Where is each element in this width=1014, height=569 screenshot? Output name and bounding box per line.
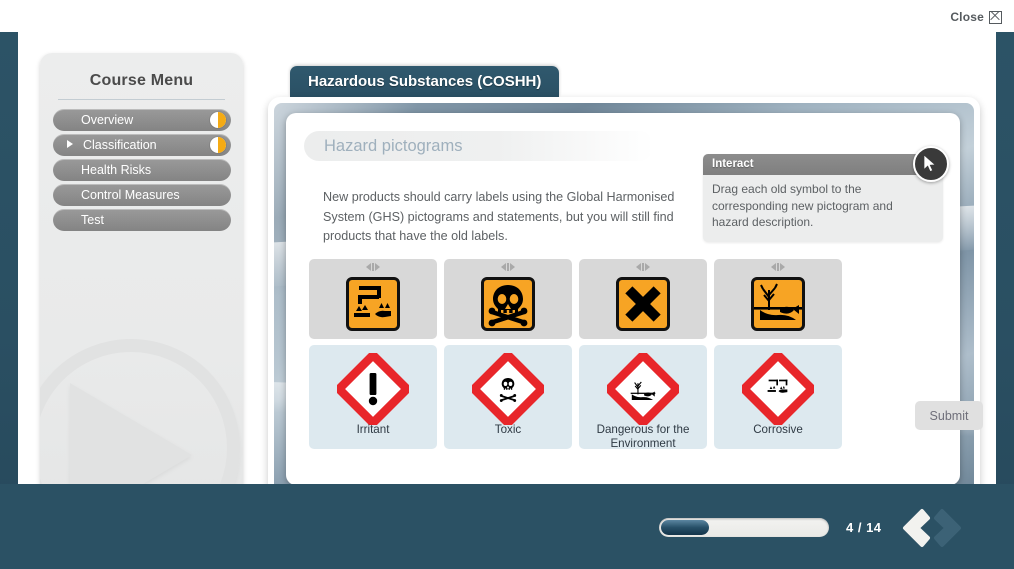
- new-pictogram-irritant[interactable]: Irritant: [309, 345, 437, 449]
- interact-panel: Interact Drag each old symbol to the cor…: [703, 146, 949, 242]
- drag-handle-icon[interactable]: [771, 263, 785, 271]
- page-title-text: Hazardous Substances (COSHH): [308, 73, 542, 90]
- sidebar-item-label: Test: [81, 213, 104, 227]
- course-menu-panel: Course Menu Overview Classification Heal…: [40, 53, 243, 548]
- interact-instruction: Drag each old symbol to the correspondin…: [712, 182, 893, 229]
- progress-bar-fill: [661, 520, 710, 535]
- card-title: Hazard pictograms: [324, 137, 463, 155]
- new-pictogram-environment[interactable]: Dangerous for the Environment: [579, 345, 707, 450]
- content-frame: Hazard pictograms New products should ca…: [268, 97, 983, 501]
- corrosive-icon: [346, 277, 400, 331]
- sidebar-item-label: Control Measures: [81, 188, 180, 202]
- progress-bar[interactable]: [659, 518, 829, 537]
- drag-handle-icon[interactable]: [501, 263, 515, 271]
- bottom-navigation-bar: 4 / 14: [0, 484, 1014, 569]
- sidebar-item-overview[interactable]: Overview: [53, 109, 231, 131]
- course-menu-divider: [58, 99, 225, 100]
- corrosive-diamond-icon: [739, 350, 817, 428]
- sidebar-item-label: Overview: [81, 113, 134, 127]
- chevron-left-icon: [903, 509, 930, 547]
- progress-half-circle-icon: [210, 112, 226, 128]
- x-cross-icon: [616, 277, 670, 331]
- sidebar-item-health-risks[interactable]: Health Risks: [53, 159, 231, 181]
- exclamation-diamond-icon: [334, 350, 412, 428]
- lesson-card: Hazard pictograms New products should ca…: [286, 113, 983, 485]
- old-symbols-row: [309, 259, 909, 339]
- course-menu-title: Course Menu: [89, 72, 194, 89]
- course-menu-list: Overview Classification Health Risks Con…: [53, 109, 231, 234]
- interact-heading: Interact: [712, 158, 754, 170]
- page-indicator: 4 / 14: [846, 520, 882, 535]
- drag-handle-icon[interactable]: [366, 263, 380, 271]
- new-pictogram-corrosive[interactable]: Corrosive: [714, 345, 842, 449]
- chevron-right-icon: [67, 140, 73, 148]
- tree-fish-icon: [751, 277, 805, 331]
- window-top-bar: Close: [0, 0, 1014, 32]
- new-pictogram-label: Corrosive: [753, 423, 803, 436]
- old-symbol-environment[interactable]: [714, 259, 842, 339]
- submit-button[interactable]: Submit: [915, 401, 983, 430]
- new-pictogram-label: Dangerous for the Environment: [596, 423, 690, 450]
- old-symbol-harmful[interactable]: [579, 259, 707, 339]
- app-window: Close Course Menu Overview Classificatio…: [0, 0, 1014, 569]
- close-button[interactable]: Close: [950, 10, 1002, 24]
- drag-handle-icon[interactable]: [636, 263, 650, 271]
- skull-diamond-icon: [469, 350, 547, 428]
- card-body-text: New products should carry labels using t…: [323, 190, 675, 243]
- interact-panel-header: Interact: [703, 154, 943, 175]
- new-pictogram-label: Irritant: [356, 423, 390, 436]
- new-pictogram-toxic[interactable]: Toxic: [444, 345, 572, 449]
- new-pictogram-label: Toxic: [494, 423, 522, 436]
- chevron-right-icon: [934, 509, 961, 547]
- previous-page-button[interactable]: [897, 508, 931, 548]
- skull-icon: [481, 277, 535, 331]
- close-box-icon: [989, 10, 1002, 24]
- sidebar-item-label: Health Risks: [81, 163, 152, 177]
- sidebar-item-test[interactable]: Test: [53, 209, 231, 231]
- sidebar-item-control-measures[interactable]: Control Measures: [53, 184, 231, 206]
- sidebar-item-classification[interactable]: Classification: [53, 134, 231, 156]
- page-title: Hazardous Substances (COSHH): [290, 66, 560, 97]
- new-pictograms-row: Irritant Toxic Dangerous for the Environ…: [309, 345, 909, 450]
- close-label: Close: [950, 10, 984, 24]
- environment-diamond-icon: [604, 350, 682, 428]
- old-symbol-corrosive[interactable]: [309, 259, 437, 339]
- next-page-button[interactable]: [933, 508, 967, 548]
- progress-half-circle-icon: [210, 137, 226, 153]
- old-symbol-toxic[interactable]: [444, 259, 572, 339]
- mouse-cursor-icon: [913, 146, 949, 182]
